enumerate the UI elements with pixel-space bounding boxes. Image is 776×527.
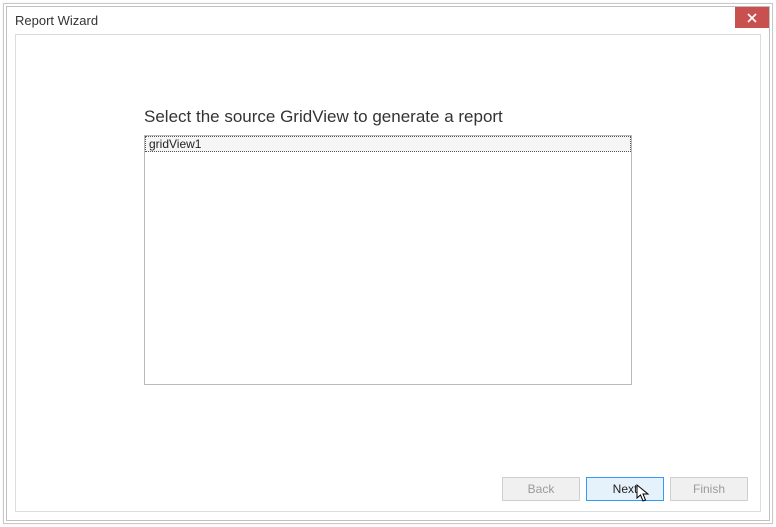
close-icon [747,13,757,23]
wizard-window: Report Wizard Select the source GridView… [6,6,770,521]
finish-button-label: Finish [693,482,725,496]
content-panel: Select the source GridView to generate a… [15,34,761,512]
close-button[interactable] [735,7,769,28]
titlebar: Report Wizard [7,7,769,34]
next-button-label: Next [613,482,638,496]
list-item[interactable]: gridView1 [145,136,631,152]
next-button[interactable]: Next [586,477,664,501]
wizard-button-row: Back Next Finish [502,477,748,501]
window-title: Report Wizard [15,13,98,28]
finish-button[interactable]: Finish [670,477,748,501]
back-button-label: Back [528,482,555,496]
gridview-listbox[interactable]: gridView1 [144,135,632,385]
back-button[interactable]: Back [502,477,580,501]
instruction-label: Select the source GridView to generate a… [144,107,503,127]
